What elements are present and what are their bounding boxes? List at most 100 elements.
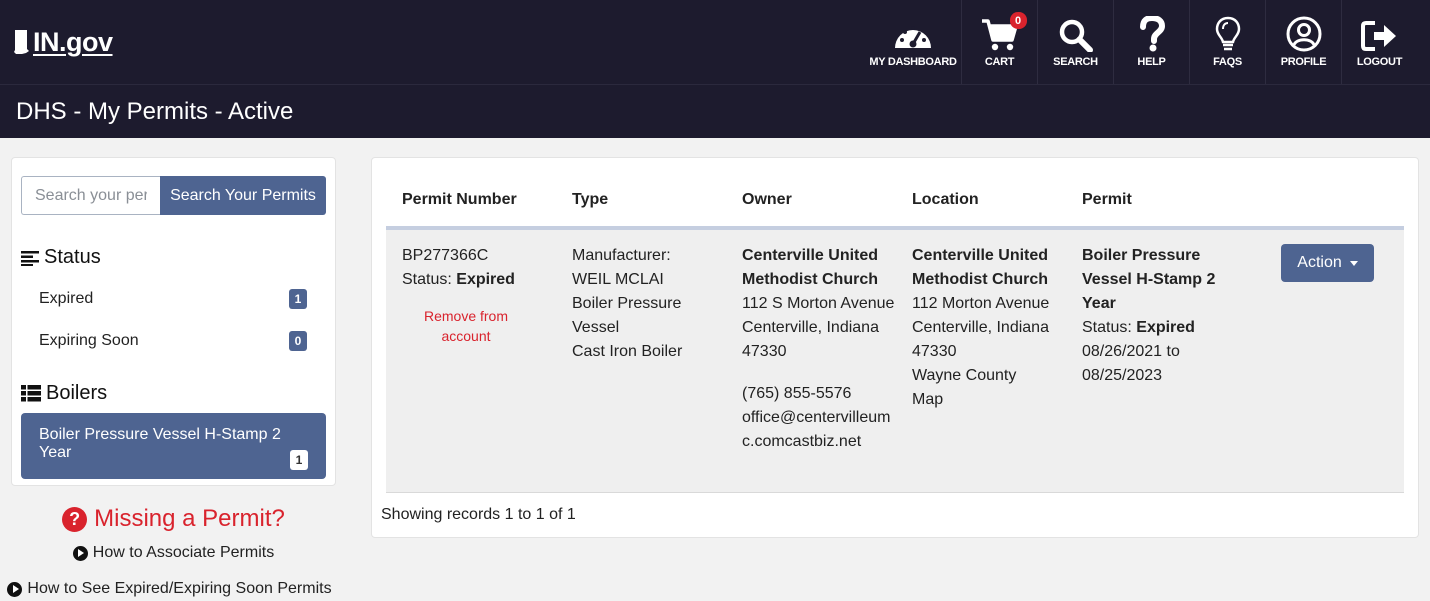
missing-permit-heading: ? Missing a Permit?: [11, 505, 336, 533]
dashboard-gauge-icon: [895, 26, 931, 48]
list-icon: [21, 385, 41, 402]
boilers-heading: Boilers: [21, 382, 326, 405]
location-county: Wayne County: [912, 367, 1017, 384]
cell-owner: Centerville United Methodist Church 112 …: [726, 244, 896, 492]
cell-action: Action: [1236, 244, 1404, 492]
status-heading-text: Status: [44, 246, 101, 268]
permit-status: Status: Expired: [402, 268, 556, 292]
play-circle-icon: [7, 581, 23, 597]
table-row: BP277366C Status: Expired Remove from ac…: [386, 230, 1404, 493]
owner-email: office@centervilleumc.comcastbiz.net: [742, 409, 891, 450]
search-icon: [1059, 19, 1093, 52]
nav-cart[interactable]: 0 CART: [961, 0, 1037, 84]
type-line: Cast Iron Boiler: [572, 343, 683, 360]
nav-search[interactable]: SEARCH: [1037, 0, 1113, 84]
permit-search-input[interactable]: [21, 176, 160, 215]
align-left-icon: [21, 250, 39, 266]
status-label: Expired: [39, 290, 94, 307]
sidebar: Search Your Permits Status Expired 1 Exp…: [7, 157, 336, 598]
header-permit-number: Permit Number: [402, 191, 517, 208]
boilers-heading-text: Boilers: [46, 382, 108, 404]
nav-help[interactable]: HELP: [1113, 0, 1189, 84]
location-city: Centerville, Indiana 47330: [912, 319, 1049, 360]
location-map-link[interactable]: Map: [912, 388, 1066, 412]
status-value: Expired: [1136, 319, 1195, 336]
nav-label: CART: [984, 56, 1015, 68]
location-name: Centerville United Methodist Church: [912, 247, 1049, 288]
nav-label: HELP: [1137, 56, 1166, 68]
nav-profile[interactable]: PROFILE: [1265, 0, 1341, 84]
permit-number: BP277366C: [402, 247, 489, 264]
question-icon: [1139, 16, 1165, 52]
owner-phone: (765) 855-5576: [742, 385, 852, 402]
permit-search-group: Search Your Permits: [21, 176, 326, 215]
cell-type: Manufacturer: WEIL MCLAI Boiler Pressure…: [556, 244, 726, 492]
missing-permit-section: ? Missing a Permit? How to Associate Per…: [7, 505, 336, 598]
page-title: DHS - My Permits - Active: [16, 97, 294, 125]
filter-card: Search Your Permits Status Expired 1 Exp…: [11, 157, 336, 486]
count-badge: 0: [289, 331, 307, 351]
cart-count-badge: 0: [1009, 12, 1027, 29]
type-line: WEIL MCLAI: [572, 271, 664, 288]
logout-icon: [1360, 21, 1396, 51]
status-label: Expiring Soon: [39, 332, 139, 349]
header-location: Location: [912, 191, 979, 208]
header-type: Type: [572, 191, 609, 208]
cell-permit: Boiler Pressure Vessel H-Stamp 2 Year St…: [1066, 244, 1236, 492]
header-owner: Owner: [742, 191, 792, 208]
search-permits-button[interactable]: Search Your Permits: [160, 176, 326, 215]
in-gov-logo[interactable]: IN.gov: [12, 27, 113, 58]
permit-name: Boiler Pressure Vessel H-Stamp 2 Year: [1082, 247, 1216, 312]
link-text: How to Associate Permits: [92, 544, 275, 561]
status-label: Status:: [1082, 319, 1132, 336]
caret-down-icon: [1349, 260, 1358, 266]
question-circle-icon: ?: [62, 506, 88, 532]
header-permit: Permit: [1082, 191, 1132, 208]
type-line: Boiler Pressure: [572, 295, 682, 312]
status-label: Status:: [402, 271, 452, 288]
nav-label: MY DASHBOARD: [869, 56, 957, 68]
cell-permit-number: BP277366C Status: Expired Remove from ac…: [386, 244, 556, 492]
action-dropdown-button[interactable]: Action: [1281, 244, 1374, 282]
nav-logout[interactable]: LOGOUT: [1341, 0, 1417, 84]
location-address: 112 Morton Avenue: [912, 295, 1050, 312]
nav-label: PROFILE: [1280, 56, 1327, 68]
top-navbar: IN.gov MY DASHBOARD 0 CART SEARCH HELP F…: [0, 0, 1430, 84]
permit-status: Status: Expired: [1082, 316, 1236, 340]
logo-text: IN.gov: [33, 26, 113, 57]
permits-card: Permit Number Type Owner Location Permit…: [371, 157, 1419, 538]
page-title-bar: DHS - My Permits - Active: [0, 84, 1430, 138]
remove-from-account-link[interactable]: Remove from account: [402, 306, 530, 346]
status-heading: Status: [21, 246, 326, 269]
link-text: How to See Expired/Expiring Soon Permits: [27, 580, 332, 597]
count-badge: 1: [290, 450, 308, 470]
how-to-associate-link[interactable]: How to Associate Permits: [11, 544, 336, 562]
nav-label: FAQS: [1213, 56, 1242, 68]
boiler-filter-item[interactable]: Boiler Pressure Vessel H-Stamp 2 Year 1: [21, 413, 326, 479]
owner-address: 112 S Morton Avenue: [742, 295, 895, 312]
type-line: Manufacturer:: [572, 247, 671, 264]
nav-label: SEARCH: [1053, 56, 1098, 68]
nav-my-dashboard[interactable]: MY DASHBOARD: [865, 0, 961, 84]
status-value: Expired: [456, 271, 515, 288]
records-count: Showing records 1 to 1 of 1: [381, 506, 576, 523]
missing-permit-text: Missing a Permit?: [94, 505, 285, 532]
play-circle-icon: [72, 545, 88, 561]
user-circle-icon: [1286, 16, 1321, 52]
header-nav: MY DASHBOARD 0 CART SEARCH HELP FAQS PRO…: [865, 0, 1417, 84]
owner-city: Centerville, Indiana 47330: [742, 319, 879, 360]
indiana-state-icon: [14, 30, 29, 54]
boiler-item-label: Boiler Pressure Vessel H-Stamp 2 Year: [39, 426, 281, 461]
count-badge: 1: [289, 289, 307, 309]
nav-faqs[interactable]: FAQS: [1189, 0, 1265, 84]
type-line: Vessel: [572, 319, 620, 336]
status-filter-expiring-soon[interactable]: Expiring Soon 0: [21, 320, 326, 362]
status-filter-expired[interactable]: Expired 1: [21, 278, 326, 320]
nav-label: LOGOUT: [1356, 56, 1403, 68]
how-to-see-expired-link[interactable]: How to See Expired/Expiring Soon Permits: [3, 580, 336, 598]
owner-name: Centerville United Methodist Church: [742, 247, 879, 288]
action-label: Action: [1297, 254, 1342, 271]
table-header: Permit Number Type Owner Location Permit: [386, 158, 1404, 230]
lightbulb-icon: [1215, 16, 1240, 51]
